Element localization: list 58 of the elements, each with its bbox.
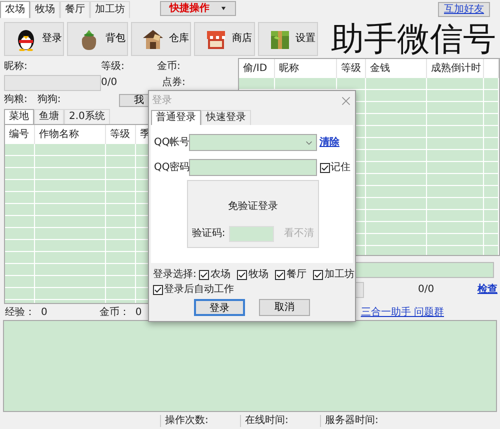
chevron-icon — [305, 138, 313, 146]
choice-checkbox[interactable]: 餐厅 — [275, 269, 306, 281]
check-icon — [314, 271, 322, 279]
check-icon — [200, 271, 208, 279]
tab[interactable]: 加工坊 — [90, 1, 130, 18]
remember-checkbox[interactable]: 记住 — [320, 162, 350, 174]
check-icon — [276, 271, 284, 279]
auto-work-checkbox[interactable]: 登录后自动工作 — [153, 284, 234, 296]
panel-title: 免验证登录 — [228, 201, 278, 213]
field-label: 金币: — [157, 61, 182, 73]
level-value: 0/0 — [101, 77, 118, 89]
field-label: QQ密码 — [154, 162, 189, 174]
field-label: 验证码: — [192, 228, 226, 240]
caret-icon — [220, 6, 226, 11]
clear-link[interactable]: 清除 — [320, 136, 340, 148]
toolbar-button[interactable]: 仓库 — [130, 22, 192, 56]
group-link[interactable]: 三合一助手 问题群 — [360, 307, 444, 319]
stat-label: 经验： — [5, 307, 35, 319]
choice-checkbox[interactable]: 加工坊 — [313, 269, 354, 281]
tab[interactable]: 餐厅 — [60, 1, 90, 18]
field-label: 登录选择: — [153, 269, 196, 281]
dialog-button[interactable]: 取消 — [259, 299, 310, 316]
add-friend-button[interactable]: 互加好友 — [438, 2, 490, 17]
choice-checkbox[interactable]: 农场 — [199, 269, 230, 281]
tab[interactable]: 牧场 — [30, 1, 60, 18]
field-label: 狗狗: — [37, 94, 61, 106]
password-field[interactable] — [189, 159, 317, 176]
status-text: 在线时间: — [240, 414, 320, 426]
quick-action-dropdown[interactable]: 快捷操作 — [160, 1, 236, 16]
progress-reading: 0/0 — [418, 284, 434, 296]
stat-value: 0 — [41, 307, 48, 319]
field-label: 狗粮: — [4, 94, 28, 106]
choice-checkbox[interactable]: 牧场 — [237, 269, 268, 281]
field-label: 昵称: — [4, 61, 28, 73]
check-icon — [154, 286, 162, 294]
tab[interactable]: 菜地 — [4, 109, 34, 124]
toolbar-button[interactable]: 商店 — [194, 22, 255, 56]
close-icon[interactable] — [341, 96, 351, 106]
stat-value: 0 — [135, 307, 142, 319]
dialog-button[interactable]: 登录 — [194, 299, 245, 316]
captcha-field[interactable] — [229, 226, 274, 242]
check-icon — [238, 271, 246, 279]
nickname-field[interactable] — [4, 75, 101, 91]
toolbar-button[interactable]: 设置 — [258, 22, 318, 56]
check-icon — [320, 164, 328, 172]
toolbar-button[interactable]: 登录 — [4, 22, 64, 56]
tab[interactable]: 普通登录 — [151, 110, 201, 125]
tab[interactable]: 农场 — [0, 1, 30, 18]
toolbar-button[interactable]: 背包 — [67, 22, 128, 56]
status-text: 操作次数: — [160, 414, 240, 426]
banner-text: 助手微信号 — [331, 21, 496, 57]
check-link[interactable]: 检查 — [478, 284, 498, 296]
account-field[interactable] — [189, 134, 317, 151]
status-text: 服务器时间: — [320, 414, 440, 426]
field-label: 点券: — [162, 77, 186, 89]
house-icon — [140, 27, 165, 51]
field-label: 等级: — [101, 61, 126, 73]
stat-label: 金币： — [99, 307, 130, 319]
